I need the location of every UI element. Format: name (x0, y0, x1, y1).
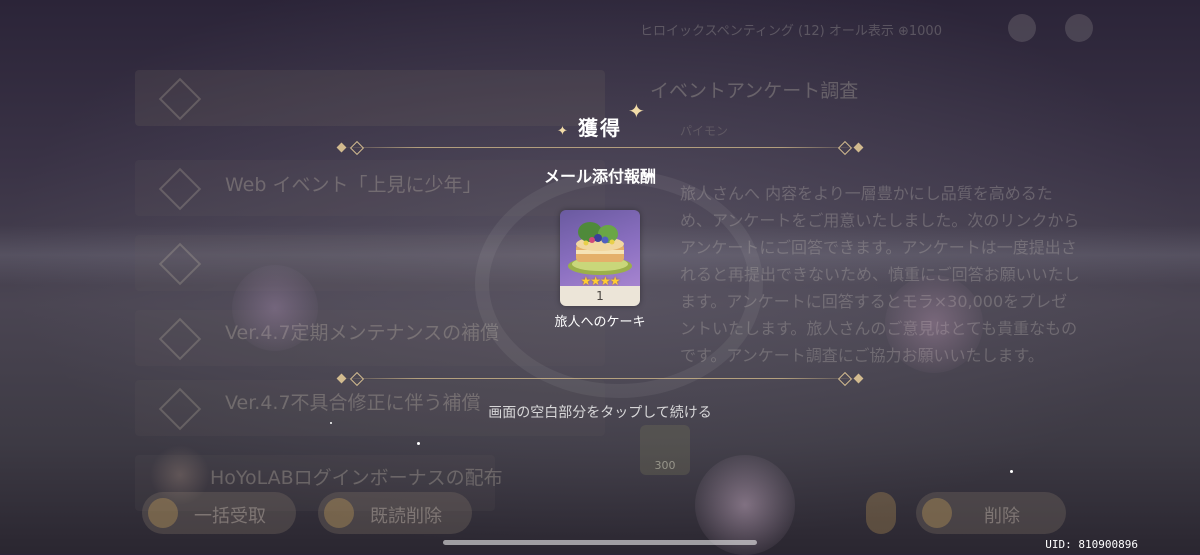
trash-icon (922, 498, 952, 528)
mail-detail-body: 旅人さんへ 内容をより一層豊かにし品質を高めるため、アンケートをご用意いたしまし… (680, 184, 1080, 365)
home-indicator[interactable] (443, 540, 757, 545)
claim-all-label: 一括受取 (194, 506, 266, 527)
mail-item-title: HoYoLABログインボーナスの配布 (210, 467, 503, 489)
sparkle-dot (330, 422, 332, 424)
delete-read-label: 既読削除 (370, 506, 442, 527)
reward-subtitle: メール添付報酬 (543, 167, 656, 186)
sort-button[interactable] (866, 492, 896, 534)
player-uid: UID: 810900896 (1045, 538, 1138, 551)
close-icon[interactable] (1065, 14, 1093, 42)
delete-read-button[interactable]: 既読削除 (318, 492, 472, 534)
bottom-divider (340, 378, 860, 379)
mail-reward-chip[interactable]: 300 (640, 425, 690, 475)
reward-chip-count: 300 (654, 459, 676, 472)
delete-label: 削除 (984, 506, 1020, 527)
tap-to-continue-hint[interactable]: 画面の空白部分をタップして続ける (0, 402, 1200, 422)
bokeh-light (885, 275, 983, 373)
bokeh-light (150, 445, 210, 505)
delete-button[interactable]: 削除 (916, 492, 1066, 534)
bokeh-light (232, 265, 318, 351)
item-count: 1 (560, 286, 640, 306)
reward-item-name: 旅人へのケーキ (554, 315, 646, 330)
sparkle-dot (1010, 470, 1013, 473)
reward-item-card[interactable]: ★★★★ 1 (560, 210, 640, 306)
sparkle-dot (417, 442, 420, 445)
title-divider (340, 147, 860, 148)
mail-detail-title: イベントアンケート調査 (650, 80, 859, 102)
reward-title: 獲得 (578, 116, 622, 140)
trash-icon (324, 498, 354, 528)
mail-star-icon (158, 242, 202, 286)
mail-star-icon (158, 317, 202, 361)
mail-top-bar: ヒロイックスペンティング (12) オール表示 ⊕1000 (640, 24, 942, 39)
mora-icon (1008, 14, 1036, 42)
